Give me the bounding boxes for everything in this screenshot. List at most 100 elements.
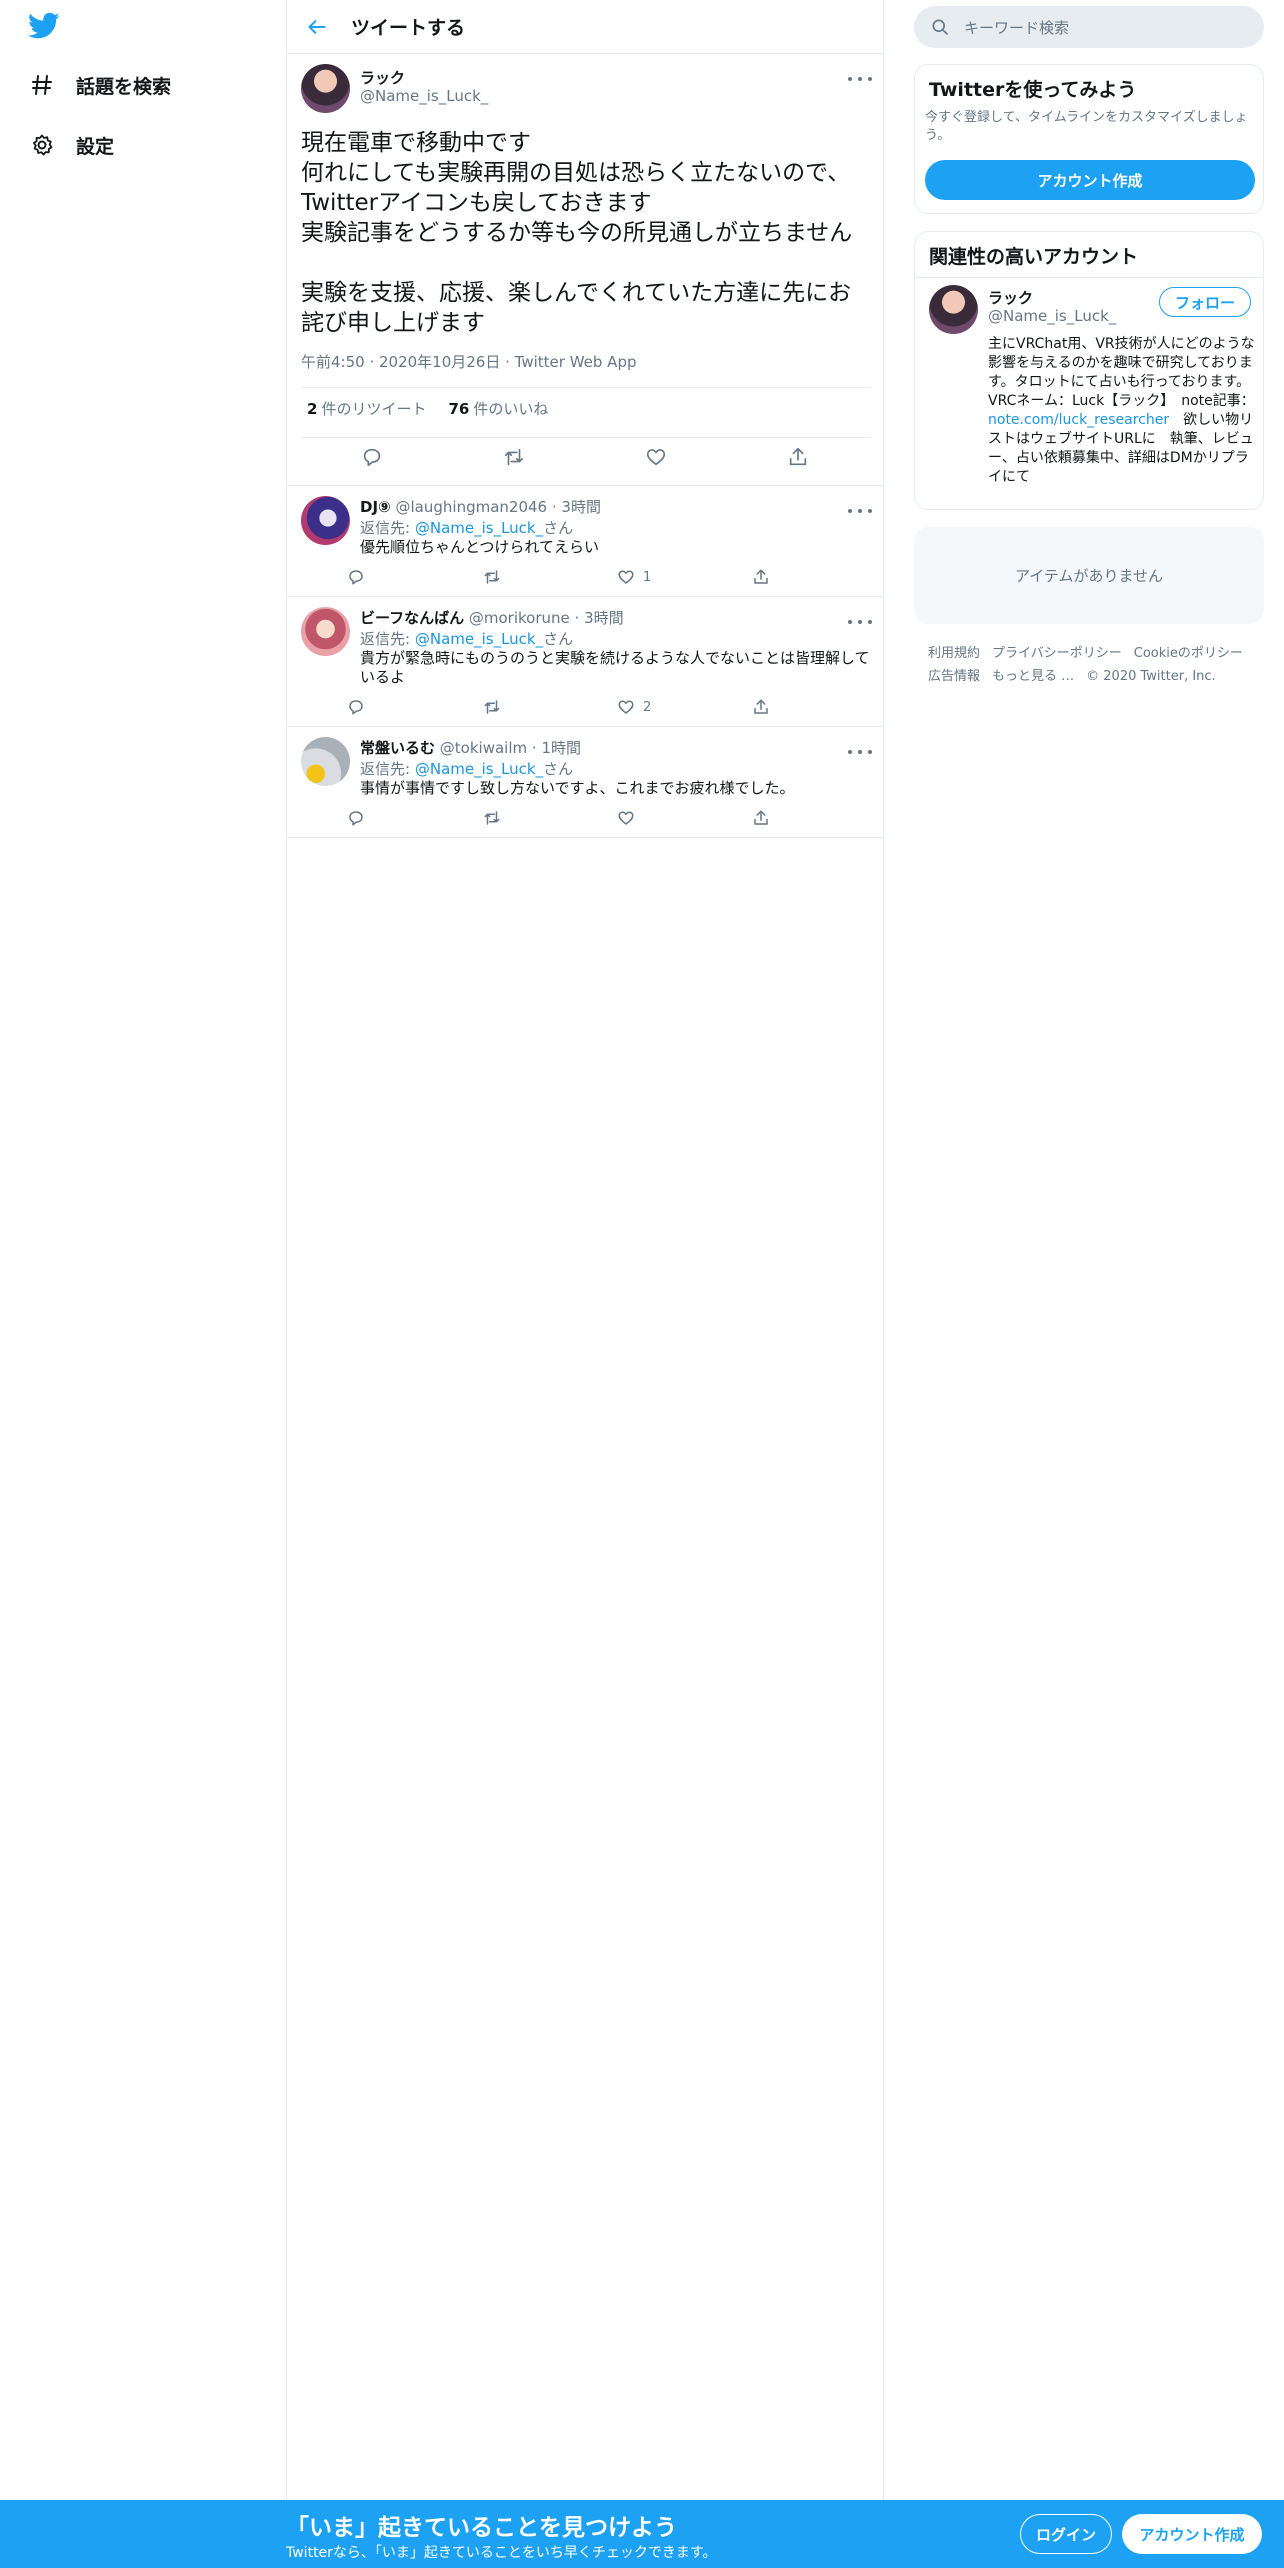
like-count: 1 — [643, 569, 652, 585]
replying-to-label: 返信先: — [360, 630, 411, 648]
footer-link-more[interactable]: もっと見る … — [992, 669, 1074, 684]
search-icon — [930, 17, 950, 37]
back-arrow-icon[interactable] — [303, 13, 331, 41]
reply-icon[interactable] — [347, 806, 365, 830]
like-icon[interactable] — [636, 437, 676, 477]
main-tweet: ラック @Name_is_Luck_ 現在電車で移動中です 何れにしても実験再開… — [287, 54, 884, 486]
reply-author-name[interactable]: ビーフなんばん — [360, 609, 464, 627]
search-input[interactable]: キーワード検索 — [964, 17, 1069, 38]
reply-author-handle[interactable]: @tokiwailm — [440, 739, 527, 757]
empty-trends: アイテムがありません — [914, 527, 1264, 624]
footer-link-cookies[interactable]: Cookieのポリシー — [1134, 646, 1243, 661]
retweets-label: 件のリツイート — [321, 400, 427, 418]
tweet-meta: 午前4:50 · 2020年10月26日 · Twitter Web App — [301, 353, 637, 371]
more-options-icon[interactable] — [848, 504, 872, 518]
reply-time[interactable]: 1時間 — [541, 739, 581, 757]
share-icon[interactable] — [752, 695, 770, 719]
related-account-handle[interactable]: @Name_is_Luck_ — [988, 307, 1116, 325]
search-box[interactable]: キーワード検索 — [914, 6, 1264, 48]
divider — [915, 277, 1263, 278]
like-icon[interactable]: 2 — [617, 695, 651, 719]
retweets-stat[interactable]: 2 件のリツイート — [307, 398, 426, 419]
left-nav: 話題を検索 設定 — [0, 0, 286, 2500]
retweet-icon[interactable] — [482, 806, 502, 830]
replying-to-suffix: さん — [543, 760, 574, 778]
replying-to-label: 返信先: — [360, 760, 411, 778]
share-icon[interactable] — [778, 437, 818, 477]
share-icon[interactable] — [752, 565, 770, 589]
avatar[interactable] — [301, 496, 350, 545]
likes-stat[interactable]: 76 件のいいね — [448, 398, 548, 419]
tweet-date[interactable]: 2020年10月26日 — [379, 353, 500, 371]
footer-link-privacy[interactable]: プライバシーポリシー — [992, 646, 1122, 661]
related-account-name[interactable]: ラック — [988, 287, 1033, 308]
avatar[interactable] — [301, 64, 350, 113]
follow-button[interactable]: フォロー — [1159, 287, 1251, 317]
replying-to-link[interactable]: @Name_is_Luck_ — [415, 630, 543, 648]
reply-time[interactable]: 3時間 — [561, 498, 601, 516]
twitter-logo-icon[interactable] — [28, 12, 62, 42]
bio-link[interactable]: note.com/luck_researcher — [988, 412, 1169, 428]
reply-text: 事情が事情ですし致し方ないですよ、これまでお疲れ様でした。 — [360, 779, 795, 797]
reply-author-handle[interactable]: @morikorune — [469, 609, 570, 627]
nav-settings[interactable]: 設定 — [28, 125, 114, 165]
more-options-icon[interactable] — [848, 745, 872, 759]
tweet-source[interactable]: Twitter Web App — [515, 353, 637, 371]
gear-icon — [28, 131, 56, 159]
replying-to-suffix: さん — [543, 519, 574, 537]
main-column: ツイートする ラック @Name_is_Luck_ 現在電車で移動中です 何れに… — [286, 0, 884, 2500]
retweet-icon[interactable] — [482, 565, 502, 589]
retweet-icon[interactable] — [482, 695, 502, 719]
replying-to: 返信先: @Name_is_Luck_さん — [360, 517, 573, 538]
avatar[interactable] — [301, 737, 350, 786]
like-icon[interactable] — [617, 806, 643, 830]
reply-actions: 2 — [347, 695, 867, 719]
signup-card-title: Twitterを使ってみよう — [929, 79, 1137, 101]
more-options-icon[interactable] — [848, 615, 872, 629]
tweet-actions — [287, 437, 884, 477]
nav-explore-label: 話題を検索 — [76, 75, 172, 98]
reply-author-handle[interactable]: @laughingman2046 — [396, 498, 548, 516]
reply-icon[interactable] — [347, 565, 365, 589]
divider — [301, 387, 871, 388]
share-icon[interactable] — [752, 806, 770, 830]
more-options-icon[interactable] — [848, 72, 872, 86]
copyright: © 2020 Twitter, Inc. — [1086, 669, 1216, 684]
reply-author-name[interactable]: DJ⑨ — [360, 498, 391, 516]
related-account-bio: 主にVRChat用、VR技術が人にどのような影響を与えるのかを趣味で研究しており… — [988, 335, 1256, 487]
likes-label: 件のいいね — [473, 400, 549, 418]
related-accounts-title: 関連性の高いアカウント — [929, 246, 1139, 268]
nav-explore[interactable]: 話題を検索 — [28, 65, 171, 105]
avatar[interactable] — [301, 607, 350, 656]
sidebar-footer: 利用規約 プライバシーポリシー Cookieのポリシー 広告情報 もっと見る … © 2… — [928, 642, 1258, 688]
replying-to-link[interactable]: @Name_is_Luck_ — [415, 519, 543, 537]
tweet-author-handle[interactable]: @Name_is_Luck_ — [360, 87, 488, 105]
retweets-count: 2 — [307, 400, 318, 418]
reply-tweet[interactable]: ビーフなんばん @morikorune · 3時間 返信先: @Name_is_… — [287, 597, 884, 727]
reply-author-name[interactable]: 常盤いるむ — [360, 739, 435, 757]
avatar[interactable] — [929, 285, 978, 334]
create-account-button[interactable]: アカウント作成 — [925, 160, 1255, 200]
tweet-time[interactable]: 午前4:50 — [301, 353, 365, 371]
reply-time[interactable]: 3時間 — [584, 609, 624, 627]
reply-header: ビーフなんばん @morikorune · 3時間 — [360, 609, 624, 627]
reply-tweet[interactable]: 常盤いるむ @tokiwailm · 1時間 返信先: @Name_is_Luc… — [287, 727, 884, 838]
reply-text: 優先順位ちゃんとつけられてえらい — [360, 538, 599, 556]
footer-link-ads[interactable]: 広告情報 — [928, 669, 980, 684]
login-button[interactable]: ログイン — [1020, 2514, 1112, 2554]
reply-text: 貴方が緊急時にものうのうと実験を続けるような人でないことは皆理解しているよ — [360, 649, 870, 686]
replying-to-label: 返信先: — [360, 519, 411, 537]
bottom-bar-subtitle: Twitterなら、「いま」起きていることをいち早くチェックできます。 — [286, 2545, 717, 2561]
like-icon[interactable]: 1 — [617, 565, 651, 589]
replying-to-link[interactable]: @Name_is_Luck_ — [415, 760, 543, 778]
tweet-author-name[interactable]: ラック — [360, 67, 405, 88]
reply-tweet[interactable]: DJ⑨ @laughingman2046 · 3時間 返信先: @Name_is… — [287, 486, 884, 597]
reply-actions — [347, 806, 867, 830]
footer-link-terms[interactable]: 利用規約 — [928, 646, 980, 661]
reply-icon[interactable] — [347, 695, 365, 719]
retweet-icon[interactable] — [494, 437, 534, 477]
reply-icon[interactable] — [352, 437, 392, 477]
like-count: 2 — [643, 699, 652, 715]
signup-button[interactable]: アカウント作成 — [1122, 2514, 1262, 2554]
signup-card-subtitle: 今すぐ登録して、タイムラインをカスタマイズしましょう。 — [925, 110, 1248, 143]
